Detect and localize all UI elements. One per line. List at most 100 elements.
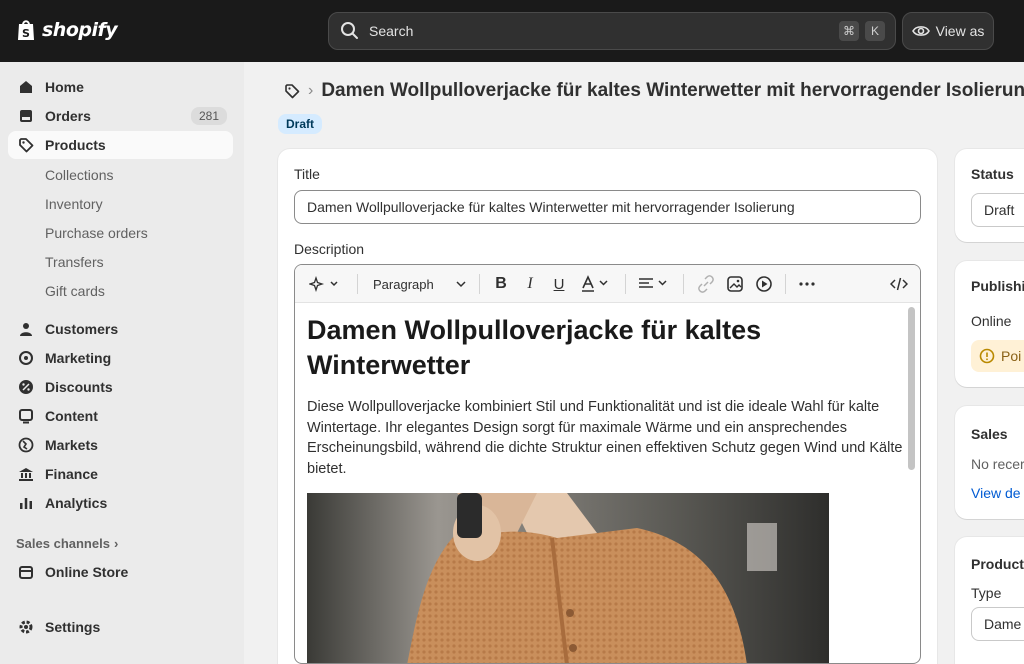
home-icon	[16, 77, 36, 97]
sidebar-item-settings[interactable]: Settings	[8, 613, 233, 641]
chevron-right-icon: ›	[308, 82, 314, 99]
sidebar-item-finance[interactable]: Finance	[8, 460, 233, 488]
sidebar-subitem-inventory[interactable]: Inventory	[45, 196, 103, 212]
toolbar-divider	[357, 274, 358, 294]
title-input[interactable]	[294, 190, 921, 224]
content-paragraph: Diese Wollpulloverjacke kombiniert Stil …	[307, 399, 903, 477]
content-heading: Damen Wollpulloverjacke für kaltes Winte…	[307, 315, 762, 380]
description-editor[interactable]: Paragraph B I U Damen Wollpulloverjacke …	[294, 264, 921, 664]
target-icon	[16, 348, 36, 368]
sidebar-item-online-store[interactable]: Online Store	[8, 558, 233, 586]
publishing-title: Publishing	[971, 278, 1024, 294]
type-select-value: Dame	[984, 616, 1022, 632]
tag-icon	[16, 135, 36, 155]
product-image-sweater	[307, 493, 829, 663]
sidebar-item-customers[interactable]: Customers	[8, 315, 233, 343]
sidebar-item-content[interactable]: Content	[8, 402, 233, 430]
publishing-warning-text: Poi	[1001, 348, 1022, 364]
italic-button[interactable]: I	[520, 274, 540, 294]
sidebar-item-label: Discounts	[45, 379, 113, 395]
sales-empty-text: No recer	[971, 456, 1024, 472]
view-details-link[interactable]: View de	[971, 485, 1021, 501]
status-card: Status Draft	[955, 149, 1024, 242]
chart-icon	[16, 493, 36, 513]
status-select-value: Draft	[984, 202, 1015, 218]
sidebar-item-label: Customers	[45, 321, 119, 337]
sidebar-subitem-collections[interactable]: Collections	[45, 167, 113, 183]
insert-video-button[interactable]	[754, 274, 774, 294]
sidebar-item-marketing[interactable]: Marketing	[8, 344, 233, 372]
view-as-button[interactable]: View as	[902, 12, 994, 50]
sales-card: Sales No recer View de	[955, 406, 1024, 519]
publishing-card: Publishing Online Poi	[955, 261, 1024, 387]
search-icon	[341, 22, 358, 39]
chevron-right-icon: ›	[113, 536, 119, 551]
sales-channels-header[interactable]: Sales channels ›	[16, 536, 118, 551]
show-html-button[interactable]	[889, 274, 909, 294]
online-store-channel[interactable]: Online	[971, 313, 1011, 329]
sales-channels-label: Sales channels	[16, 536, 110, 551]
shopify-wordmark: shopify	[42, 19, 118, 41]
sidebar-item-label: Analytics	[45, 495, 108, 511]
sidebar-item-analytics[interactable]: Analytics	[8, 489, 233, 517]
sidebar-item-home[interactable]: Home	[8, 73, 233, 101]
store-icon	[16, 562, 36, 582]
sidebar-item-products[interactable]: Products	[8, 131, 233, 159]
sidebar-item-label: Online Store	[45, 564, 129, 580]
sidebar-item-label: Finance	[45, 466, 98, 482]
editor-toolbar: Paragraph B I U	[295, 265, 920, 303]
sidebar: Home Orders 281 Products Collections Inv…	[0, 62, 244, 664]
more-horizontal-icon	[799, 282, 815, 286]
toolbar-divider	[683, 274, 684, 294]
italic-icon: I	[527, 275, 533, 292]
link-button[interactable]	[696, 274, 716, 294]
bold-icon: B	[495, 275, 507, 292]
publishing-warning: Poi	[971, 340, 1024, 372]
orders-icon	[16, 106, 36, 126]
main-content: › Damen Wollpulloverjacke für kaltes Win…	[244, 62, 1024, 664]
status-badge: Draft	[278, 114, 323, 134]
editor-scrollbar[interactable]	[908, 307, 915, 470]
person-icon	[16, 319, 36, 339]
image-icon	[727, 276, 743, 292]
toolbar-divider	[479, 274, 480, 294]
play-circle-icon	[756, 276, 772, 292]
search-placeholder: Search	[369, 23, 414, 39]
product-organization-title: Product	[971, 556, 1024, 572]
orders-count-badge: 281	[190, 107, 227, 125]
product-photo	[307, 493, 829, 663]
sidebar-subitem-purchase-orders[interactable]: Purchase orders	[45, 225, 148, 241]
shortcut-key-k: K	[865, 21, 885, 41]
magic-ai-button[interactable]	[307, 274, 343, 294]
underline-button[interactable]: U	[549, 274, 569, 294]
sidebar-item-label: Content	[45, 408, 98, 424]
tag-icon[interactable]	[284, 83, 300, 99]
bold-button[interactable]: B	[491, 274, 511, 294]
more-options-button[interactable]	[797, 274, 817, 294]
content-icon	[16, 406, 36, 426]
sidebar-item-discounts[interactable]: Discounts	[8, 373, 233, 401]
sidebar-item-label: Settings	[45, 619, 101, 635]
type-select[interactable]: Dame	[971, 607, 1024, 641]
text-color-button[interactable]	[579, 274, 613, 294]
breadcrumb: › Damen Wollpulloverjacke für kaltes Win…	[284, 80, 1024, 102]
sidebar-subitem-gift-cards[interactable]: Gift cards	[45, 283, 105, 299]
paragraph-select-label: Paragraph	[373, 276, 434, 292]
paragraph-select[interactable]: Paragraph	[373, 274, 467, 294]
shopify-logo[interactable]: S shopify	[16, 18, 118, 42]
sidebar-item-markets[interactable]: Markets	[8, 431, 233, 459]
editor-content[interactable]: Damen Wollpulloverjacke für kaltes Winte…	[307, 313, 903, 479]
description-label: Description	[294, 241, 365, 257]
status-select[interactable]: Draft	[971, 193, 1024, 227]
svg-text:S: S	[22, 27, 30, 40]
sales-title: Sales	[971, 426, 1008, 442]
align-button[interactable]	[637, 274, 671, 294]
search-bar[interactable]: Search ⌘ K	[328, 12, 896, 50]
toolbar-divider	[785, 274, 786, 294]
sidebar-subitem-transfers[interactable]: Transfers	[45, 254, 104, 270]
insert-image-button[interactable]	[725, 274, 745, 294]
product-organization-card: Product Type Dame	[955, 537, 1024, 664]
toolbar-divider	[625, 274, 626, 294]
link-icon	[698, 275, 714, 293]
sidebar-item-orders[interactable]: Orders 281	[8, 102, 233, 130]
